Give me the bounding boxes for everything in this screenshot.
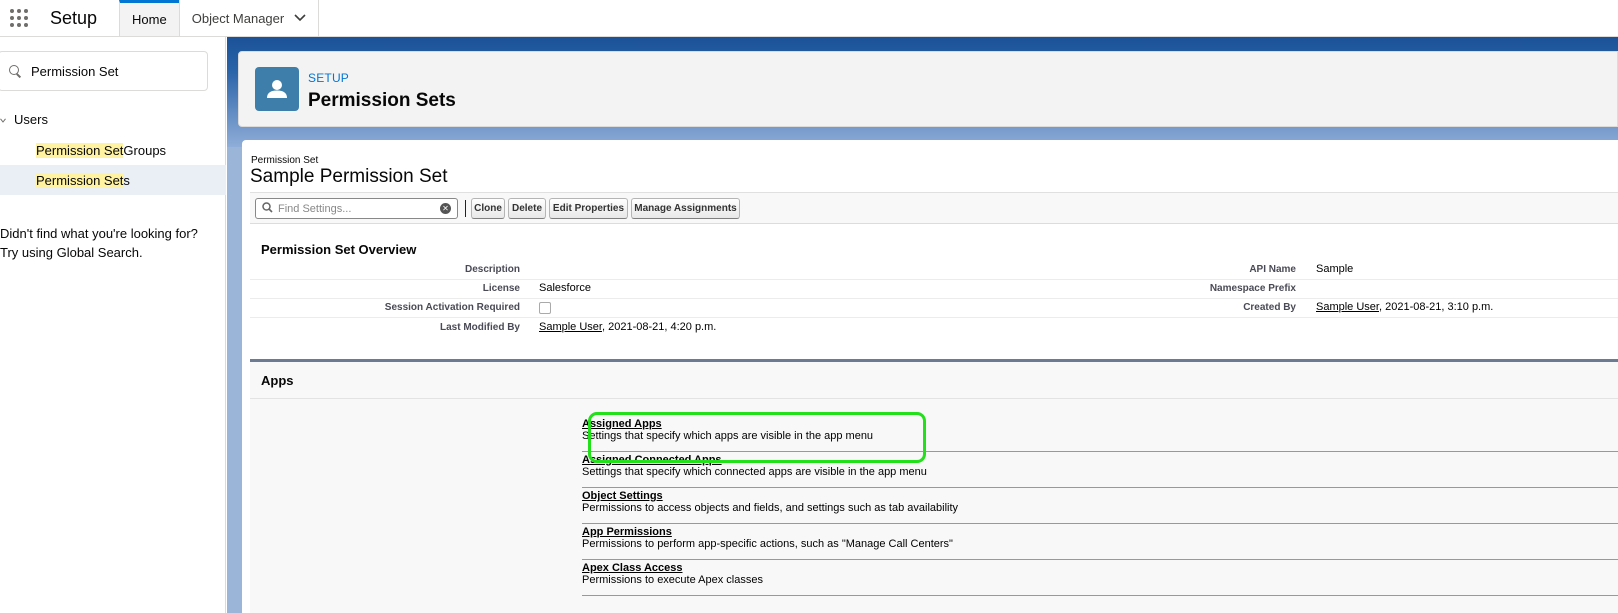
tab-home[interactable]: Home (119, 0, 179, 36)
overview-section-title: Permission Set Overview (261, 242, 417, 257)
delete-button[interactable]: Delete (508, 198, 546, 219)
section-divider (250, 398, 1618, 399)
clear-icon[interactable]: ✕ (440, 203, 451, 214)
apex-class-access-description: Permissions to execute Apex classes (582, 574, 763, 586)
user-icon (255, 67, 299, 111)
record-name: Sample Permission Set (250, 166, 448, 187)
api-name-value: Sample (1316, 263, 1354, 275)
header-eyebrow: SETUP (308, 71, 350, 85)
list-item: App Permissions Permissions to perform a… (582, 524, 1618, 560)
session-activation-checkbox (539, 302, 551, 314)
find-settings-placeholder: Find Settings... (278, 202, 352, 215)
tree-node-users-label: Users (14, 112, 48, 127)
setup-sidebar: Permission Set Users Permission Set Grou… (0, 37, 226, 613)
apps-section: Apps Assigned Apps Settings that specify… (250, 359, 1618, 613)
list-item: Assigned Apps Settings that specify whic… (582, 416, 1618, 452)
last-modified-user-link[interactable]: Sample User (539, 321, 602, 333)
permission-set-detail: Permission Set Sample Permission Set Fin… (242, 140, 1618, 613)
assigned-apps-link[interactable]: Assigned Apps (582, 418, 662, 430)
list-item: Object Settings Permissions to access ob… (582, 488, 1618, 524)
clone-button[interactable]: Clone (471, 198, 505, 219)
app-permissions-description: Permissions to perform app-specific acti… (582, 538, 953, 550)
list-item: Assigned Connected Apps Settings that sp… (582, 452, 1618, 488)
page-title: Permission Sets (308, 90, 456, 111)
tab-object-manager[interactable]: Object Manager (178, 0, 320, 36)
object-settings-description: Permissions to access objects and fields… (582, 502, 959, 514)
find-settings-input[interactable]: Find Settings... ✕ (255, 198, 458, 219)
description-label: Description (464, 264, 520, 275)
tab-object-manager-label: Object Manager (191, 10, 285, 26)
detail-toolbar: Find Settings... ✕ Clone Delete Edit Pro… (250, 192, 1618, 224)
created-by-value: Sample User, 2021-08-21, 3:10 p.m. (1316, 301, 1493, 313)
object-settings-link[interactable]: Object Settings (582, 490, 663, 502)
last-modified-value: Sample User, 2021-08-21, 4:20 p.m. (539, 321, 716, 333)
quick-find-input[interactable]: Permission Set (0, 51, 208, 91)
chevron-down-icon[interactable] (294, 11, 306, 25)
sidebar-item-label-rest: s (123, 172, 130, 188)
assigned-connected-apps-description: Settings that specify which connected ap… (582, 466, 927, 478)
assigned-connected-apps-link[interactable]: Assigned Connected Apps (582, 454, 722, 466)
overview-row: Last Modified By Sample User, 2021-08-21… (250, 319, 1618, 338)
quick-find-value: Permission Set (31, 63, 119, 79)
search-match-highlight: Permission Set (36, 142, 124, 158)
edit-properties-button[interactable]: Edit Properties (549, 198, 628, 219)
toolbar-divider (465, 200, 466, 217)
last-modified-label: Last Modified By (439, 322, 520, 333)
list-item: Apex Class Access Permissions to execute… (582, 560, 1618, 596)
app-launcher-icon[interactable] (0, 0, 34, 36)
last-modified-date: , 2021-08-21, 4:20 p.m. (601, 321, 717, 333)
sidebar-item-label-rest: Groups (123, 142, 167, 158)
not-found-line-2: Try using Global Search. (0, 245, 143, 260)
manage-assignments-button[interactable]: Manage Assignments (631, 198, 740, 219)
tab-home-label: Home (132, 12, 167, 27)
assigned-apps-description: Settings that specify which apps are vis… (582, 430, 874, 442)
overview-row: Session Activation Required Created By S… (250, 299, 1618, 318)
api-name-label: API Name (1249, 264, 1296, 275)
session-activation-label: Session Activation Required (384, 302, 520, 313)
created-by-date: , 2021-08-21, 3:10 p.m. (1378, 301, 1494, 313)
session-activation-value (539, 301, 551, 317)
namespace-prefix-label: Namespace Prefix (1209, 283, 1296, 294)
app-title: Setup (50, 7, 98, 28)
tree-node-users[interactable]: Users (0, 112, 48, 127)
created-by-label: Created By (1243, 302, 1296, 313)
license-label: License (482, 283, 520, 294)
sidebar-item-permission-sets[interactable]: Permission Set s (0, 165, 226, 195)
chevron-down-icon[interactable] (0, 115, 6, 125)
apex-class-access-link[interactable]: Apex Class Access (582, 562, 683, 574)
sidebar-item-permission-set-groups[interactable]: Permission Set Groups (0, 135, 226, 165)
search-icon (9, 65, 21, 77)
not-found-line-1: Didn't find what you're looking for? (0, 226, 198, 241)
search-icon (262, 201, 273, 216)
license-value: Salesforce (539, 282, 591, 294)
apps-section-title: Apps (261, 373, 294, 388)
overview-row: License Salesforce Namespace Prefix (250, 280, 1618, 299)
overview-row: Description API Name Sample (250, 261, 1618, 280)
page-header: SETUP Permission Sets (238, 51, 1618, 127)
search-match-highlight: Permission Set (36, 172, 124, 188)
global-header: Setup Home Object Manager (0, 0, 1618, 37)
app-permissions-link[interactable]: App Permissions (582, 526, 672, 538)
record-type-label: Permission Set (251, 155, 319, 166)
not-found-help-text: Didn't find what you're looking for? Try… (0, 224, 198, 262)
created-by-user-link[interactable]: Sample User (1316, 301, 1379, 313)
